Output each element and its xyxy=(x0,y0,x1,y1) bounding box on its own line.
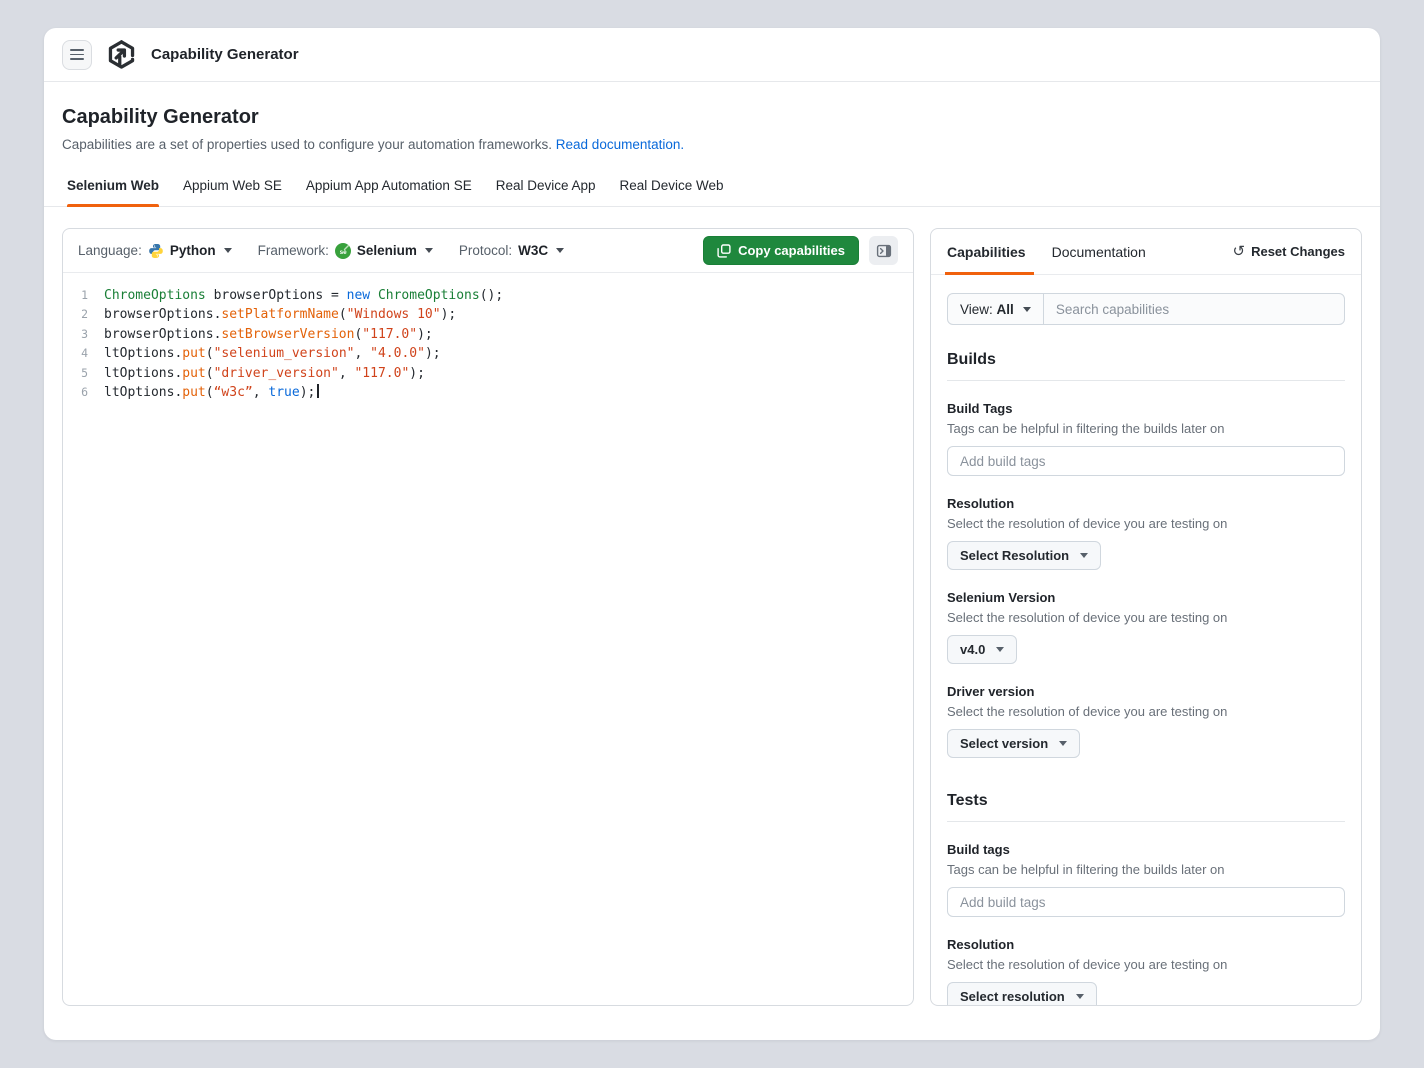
line-number: 3 xyxy=(81,326,88,341)
protocol-dropdown[interactable]: Protocol: W3C xyxy=(459,243,565,258)
chevron-down-icon xyxy=(556,248,565,253)
page-title: Capability Generator xyxy=(62,106,259,128)
page-subtitle: Capabilities are a set of properties use… xyxy=(62,137,685,152)
selenium-version-select[interactable]: v4.0 xyxy=(947,635,1018,664)
tab-real-device-app[interactable]: Real Device App xyxy=(496,178,596,206)
code-area[interactable]: 1 ChromeOptions browserOptions = new Chro… xyxy=(63,273,913,1005)
app-title: Capability Generator xyxy=(151,46,299,63)
hamburger-menu-button[interactable] xyxy=(62,39,92,70)
build-tags-input[interactable] xyxy=(947,446,1345,476)
reset-icon: ↺ xyxy=(1232,243,1246,260)
field-test-resolution: Resolution Select the resolution of devi… xyxy=(947,937,1345,1005)
code-line[interactable]: 2 browserOptions.setPlatformName("Windows… xyxy=(63,305,913,324)
chevron-down-icon xyxy=(1075,994,1084,999)
driver-version-select[interactable]: Select version xyxy=(947,729,1081,758)
panel-open-icon xyxy=(876,243,892,259)
search-capabilities-input[interactable] xyxy=(1043,294,1344,324)
field-build-tags: Build Tags Tags can be helpful in filter… xyxy=(947,401,1345,476)
chevron-down-icon xyxy=(1022,306,1031,312)
code-line[interactable]: 5 ltOptions.put("driver_version", "117.0"… xyxy=(63,364,913,383)
code-editor-panel: Language: Python Framework: se Selenium … xyxy=(62,228,914,1006)
line-number: 6 xyxy=(81,385,88,400)
tab-documentation[interactable]: Documentation xyxy=(1052,229,1146,274)
chevron-down-icon xyxy=(1059,741,1068,746)
line-number: 1 xyxy=(81,288,88,302)
code-line[interactable]: 1 ChromeOptions browserOptions = new Chro… xyxy=(63,286,913,305)
code-line[interactable]: 3 browserOptions.setBrowserVersion("117.0… xyxy=(63,325,913,344)
tab-selenium-web[interactable]: Selenium Web xyxy=(67,178,160,207)
chevron-down-icon xyxy=(1080,553,1089,558)
chevron-down-icon xyxy=(223,248,232,253)
code-line[interactable]: 4 ltOptions.put("selenium_version", "4.0.… xyxy=(63,344,913,363)
tab-appium-web-se[interactable]: Appium Web SE xyxy=(183,178,282,206)
code-line[interactable]: 6 ltOptions.put(“w3c”, true); xyxy=(63,383,913,402)
divider xyxy=(947,821,1345,822)
line-number: 5 xyxy=(81,365,88,380)
field-driver-version: Driver version Select the resolution of … xyxy=(947,684,1345,758)
tab-capabilities[interactable]: Capabilities xyxy=(945,229,1034,275)
python-icon xyxy=(148,243,164,259)
selenium-icon: se xyxy=(334,242,351,259)
chevron-down-icon xyxy=(424,248,433,253)
field-resolution: Resolution Select the resolution of devi… xyxy=(947,496,1345,570)
language-dropdown[interactable]: Language: Python xyxy=(78,243,232,259)
line-number: 4 xyxy=(81,346,88,361)
copy-icon xyxy=(717,243,731,258)
copy-capabilities-button[interactable]: Copy capabilities xyxy=(703,236,859,265)
chevron-down-icon xyxy=(996,647,1005,652)
expand-panel-button[interactable] xyxy=(869,236,898,265)
divider xyxy=(947,380,1345,381)
lambdatest-logo-icon xyxy=(106,39,137,70)
section-title-tests: Tests xyxy=(947,792,988,809)
capabilities-body: View: All Builds Build Tags Tags can be … xyxy=(931,275,1361,1005)
framework-dropdown[interactable]: Framework: se Selenium xyxy=(258,242,433,259)
capabilities-header: Capabilities Documentation ↺ Reset Chang… xyxy=(931,229,1361,275)
app-window: Capability Generator Capability Generato… xyxy=(44,28,1380,1040)
filter-bar: View: All xyxy=(947,293,1345,325)
editor-toolbar: Language: Python Framework: se Selenium … xyxy=(63,229,913,273)
read-documentation-link[interactable]: Read documentation. xyxy=(556,137,684,152)
tab-real-device-web[interactable]: Real Device Web xyxy=(620,178,724,206)
tab-appium-app-automation-se[interactable]: Appium App Automation SE xyxy=(306,178,472,206)
capabilities-panel: Capabilities Documentation ↺ Reset Chang… xyxy=(930,228,1362,1006)
main-content: Language: Python Framework: se Selenium … xyxy=(44,207,1380,1006)
view-filter-dropdown[interactable]: View: All xyxy=(948,294,1044,324)
reset-changes-button[interactable]: ↺ Reset Changes xyxy=(1233,244,1346,259)
test-build-tags-input[interactable] xyxy=(947,887,1345,917)
test-resolution-select[interactable]: Select resolution xyxy=(947,982,1097,1005)
line-number: 2 xyxy=(81,307,88,322)
field-selenium-version: Selenium Version Select the resolution o… xyxy=(947,590,1345,664)
framework-tabs: Selenium Web Appium Web SE Appium App Au… xyxy=(44,178,1380,207)
topbar: Capability Generator xyxy=(44,28,1380,82)
field-test-build-tags: Build tags Tags can be helpful in filter… xyxy=(947,842,1345,917)
section-title-builds: Builds xyxy=(947,351,996,368)
page-head: Capability Generator Capabilities are a … xyxy=(44,82,1380,207)
resolution-select[interactable]: Select Resolution xyxy=(947,541,1102,570)
svg-text:se: se xyxy=(339,249,347,256)
